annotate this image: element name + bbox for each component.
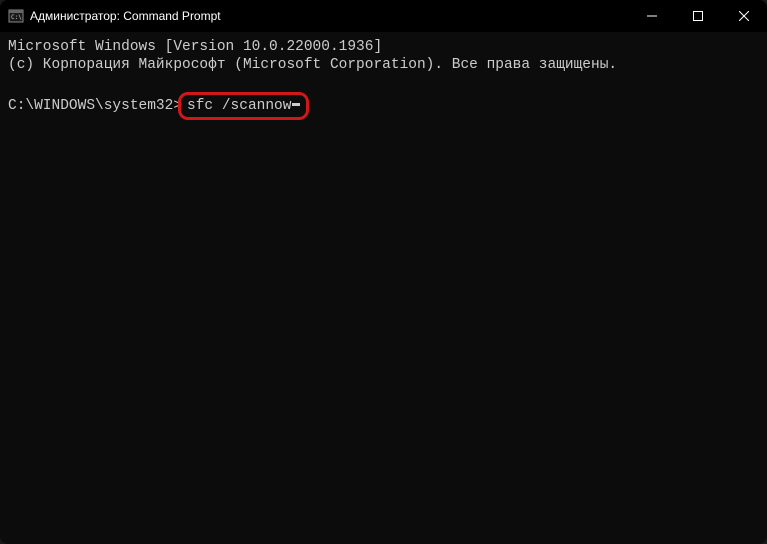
command-prompt-window: C:\ Администратор: Command Prompt Micros…	[0, 0, 767, 544]
window-title: Администратор: Command Prompt	[30, 9, 221, 23]
blank-line	[8, 74, 759, 92]
titlebar[interactable]: C:\ Администратор: Command Prompt	[0, 0, 767, 32]
command-highlight: sfc /scannow	[178, 92, 309, 120]
minimize-button[interactable]	[629, 0, 675, 32]
maximize-button[interactable]	[675, 0, 721, 32]
command-text: sfc /scannow	[187, 97, 291, 115]
window-controls	[629, 0, 767, 32]
prompt-text: C:\WINDOWS\system32>	[8, 97, 182, 115]
close-button[interactable]	[721, 0, 767, 32]
svg-text:C:\: C:\	[11, 14, 22, 21]
cursor	[292, 103, 300, 106]
prompt-line: C:\WINDOWS\system32> sfc /scannow	[8, 92, 759, 120]
titlebar-left: C:\ Администратор: Command Prompt	[8, 8, 221, 24]
terminal-area[interactable]: Microsoft Windows [Version 10.0.22000.19…	[0, 32, 767, 544]
cmd-icon: C:\	[8, 8, 24, 24]
version-line: Microsoft Windows [Version 10.0.22000.19…	[8, 38, 759, 56]
copyright-line: (c) Корпорация Майкрософт (Microsoft Cor…	[8, 56, 759, 74]
